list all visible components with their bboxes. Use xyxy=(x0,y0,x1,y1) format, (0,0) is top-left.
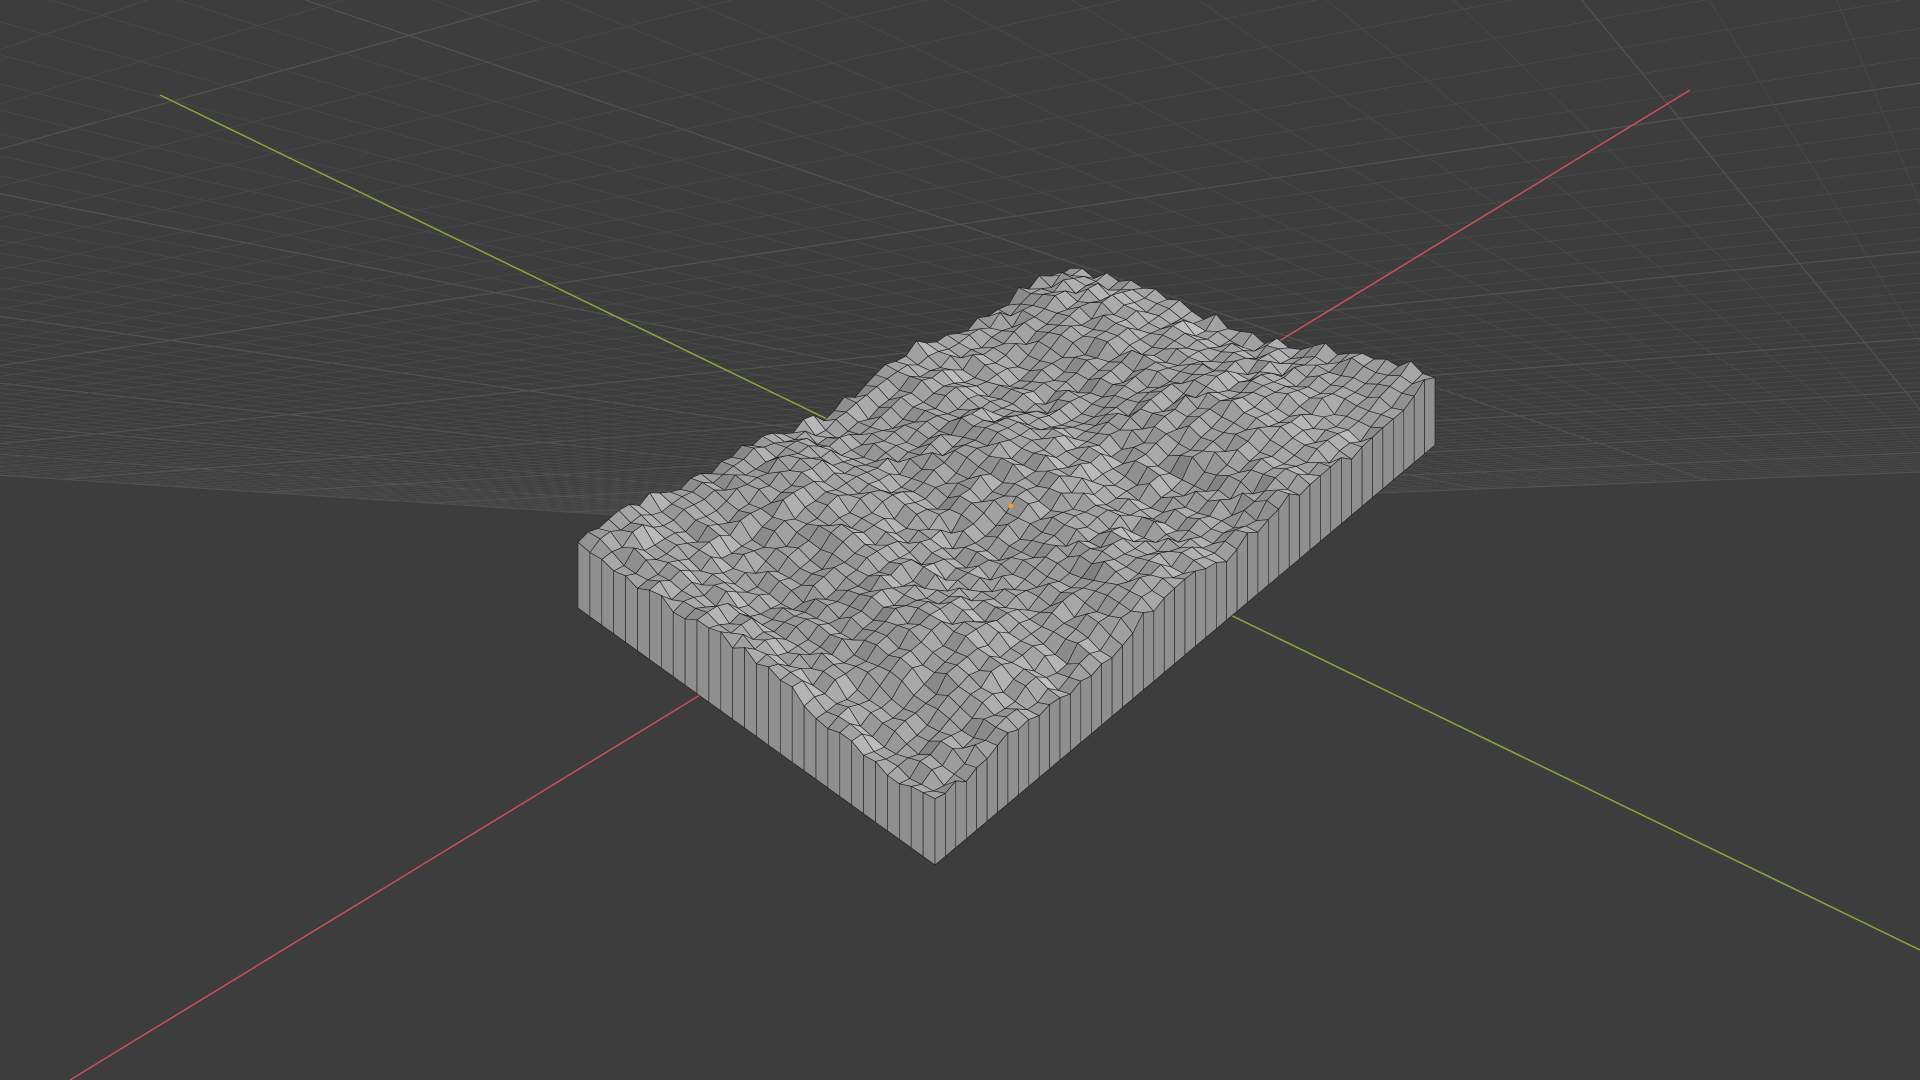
3d-viewport[interactable] xyxy=(0,0,1920,1080)
